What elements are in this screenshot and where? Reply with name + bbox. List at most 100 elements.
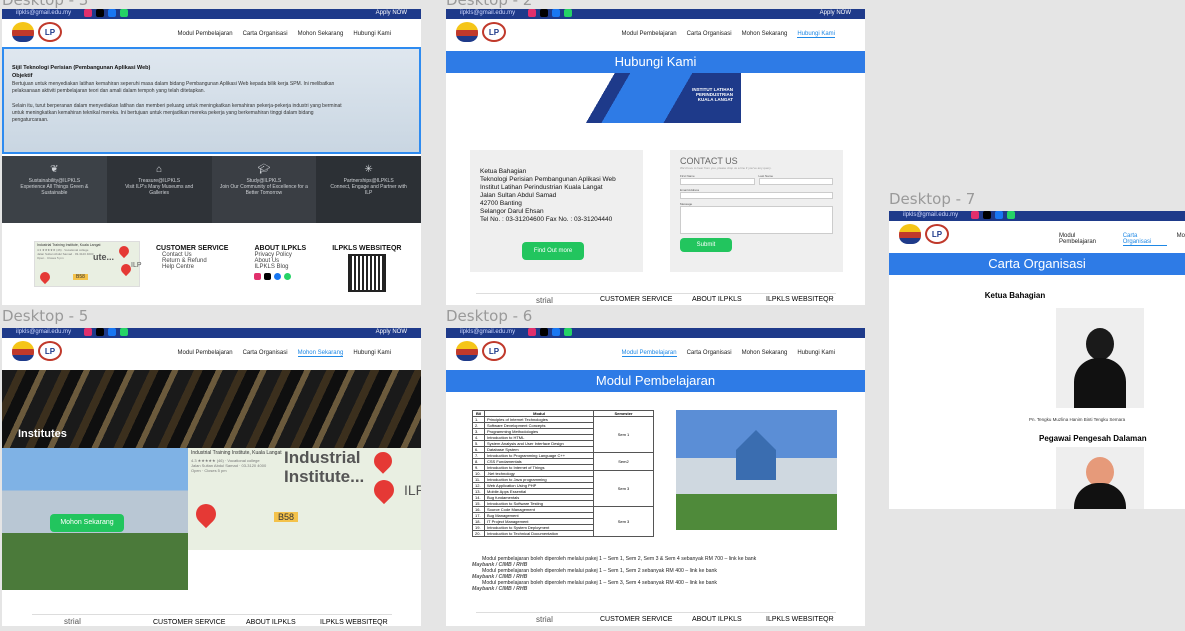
tile-sustainability[interactable]: ❦ Sustainability@ILPKLS Experience All T… [2,156,107,223]
crest-logo[interactable] [899,224,921,244]
find-out-more-button[interactable]: Find Out more [522,242,584,260]
campus-map[interactable]: Industrial Training Institute, Kuala Lan… [188,448,421,550]
top-bar: ilpkls@gmail.edu.my Apply NOW [446,9,865,19]
contact-form: CONTACT US We'd love to hear from you, p… [670,150,843,272]
instagram-icon[interactable] [84,328,92,336]
facebook-icon[interactable] [274,273,282,280]
nav-mohon[interactable]: Mohon Sekarang [298,31,344,37]
tile-treasure[interactable]: ⌂ Treasure@ILPKLS Visit ILP's Many Museu… [106,156,212,223]
mohon-sekarang-button[interactable]: Mohon Sekarang [50,514,124,532]
ilp-logo[interactable]: LP [38,341,62,361]
nav-carta[interactable]: Carta Organisasi [687,350,732,357]
tile-desc: Experience All Things Green & Sustainabl… [20,184,89,196]
tiktok-icon[interactable] [264,273,272,280]
nav-modul[interactable]: Modul Pembelajaran [178,350,233,357]
ilp-logo[interactable]: LP [482,22,506,42]
crest-logo[interactable] [12,341,34,361]
whatsapp-icon[interactable] [284,273,292,280]
last-name-field[interactable] [758,178,833,185]
nav-hubungi[interactable]: Hubungi Kami [797,350,835,357]
email-field[interactable] [680,192,833,199]
nav-modul[interactable]: Modul Pembelajaran [178,31,233,37]
crest-logo[interactable] [12,22,34,42]
page-title-band: Carta Organisasi [889,253,1185,275]
nav-hubungi[interactable]: Hubungi Kami [797,31,835,38]
top-email[interactable]: ilpkls@gmail.edu.my [16,10,71,16]
tile-desc: Visit ILP's Many Museums and Galleries [125,184,194,196]
nav-carta[interactable]: Carta Organisasi [687,31,732,38]
qr-code-icon[interactable] [348,254,387,292]
facebook-icon[interactable] [995,211,1003,219]
module-number: 20. [472,530,485,537]
nav-mohon[interactable]: Mohon Sekarang [297,350,344,357]
nav-carta[interactable]: Carta Organisasi [1122,233,1167,246]
footer-map[interactable]: Industrial Training Institute, Kuala Lan… [34,241,142,287]
about-title: ABOUT ILPKLS [692,616,742,623]
objective-heading: Objektif [12,73,33,79]
tiktok-icon[interactable] [96,9,104,17]
instagram-icon[interactable] [971,211,979,219]
ilp-logo[interactable]: LP [38,22,62,42]
first-name-field[interactable] [680,178,755,185]
whatsapp-icon[interactable] [120,328,128,336]
map-label: ute... [93,252,115,262]
instagram-icon[interactable] [528,9,536,17]
website-qr-col: ILPKLS WEBSITEQR [332,245,401,292]
tile-study[interactable]: 🎓︎ Study@ILPKLS Join Our Community of Ex… [211,156,317,223]
blog-link[interactable]: ILPKLS Blog [254,264,306,270]
nav-mohon[interactable]: Mohon Sekarang [742,350,788,357]
help-centre-link[interactable]: Help Centre [156,264,228,270]
nav-mohon-truncated[interactable]: Mo [1177,233,1185,246]
objective-para-1: Bertujuan untuk menyediakan latihan kema… [12,81,335,94]
top-bar: ilpkls@gmail.edu.my Apply NOW [2,9,421,19]
ilp-logo[interactable]: LP [482,341,506,361]
tiktok-icon[interactable] [983,211,991,219]
nav-mohon[interactable]: Mohon Sekarang [742,31,788,38]
crest-logo[interactable] [456,22,478,42]
modules-table: Bil Modul Semester 1. Principles of Inter… [472,410,654,537]
tile-partnerships[interactable]: ✳ Partnerships@ILPKLS Connect, Engage an… [316,156,421,223]
top-email[interactable]: ilpkls@gmail.edu.my [460,10,515,16]
facebook-icon[interactable] [552,9,560,17]
bank-links[interactable]: Maybank / CIMB / RHB [472,586,852,592]
message-field[interactable] [680,206,833,234]
table-row: 7. Introduction to Programming Language C… [472,452,654,471]
nav-modul[interactable]: Modul Pembelajaran [1059,233,1113,246]
nav-hubungi[interactable]: Hubungi Kami [353,350,391,357]
footer-peek: strial CUSTOMER SERVICE ABOUT ILPKLS ILP… [476,293,836,305]
whatsapp-icon[interactable] [564,328,572,336]
top-email[interactable]: ilpkls@gmail.edu.my [16,329,71,335]
tiktok-icon[interactable] [540,9,548,17]
tiktok-icon[interactable] [96,328,104,336]
frame-desktop-3: ilpkls@gmail.edu.my Apply NOW LP Modul P… [2,9,421,305]
facebook-icon[interactable] [552,328,560,336]
tiktok-icon[interactable] [540,328,548,336]
nav-carta[interactable]: Carta Organisasi [243,31,288,37]
apply-now-link[interactable]: Apply NOW [820,10,851,16]
top-email[interactable]: ilpkls@gmail.edu.my [460,329,515,335]
instagram-icon[interactable] [528,328,536,336]
whatsapp-icon[interactable] [564,9,572,17]
nav-menu: Modul Pembelajaran Carta Organisasi Mo [1059,233,1185,246]
frame-label-desktop-5: Desktop - 5 [2,307,89,325]
instagram-icon[interactable] [254,273,262,280]
crest-logo[interactable] [456,341,478,361]
whatsapp-icon[interactable] [120,9,128,17]
apply-now-link[interactable]: Apply NOW [376,329,407,335]
map-peek-label: strial [536,296,553,305]
nav-hubungi[interactable]: Hubungi Kami [353,31,391,37]
nav-carta[interactable]: Carta Organisasi [243,350,288,357]
navbar: LP Modul Pembelajaran Carta Organisasi M… [446,19,865,47]
facebook-icon[interactable] [108,328,116,336]
nav-modul[interactable]: Modul Pembelajaran [622,31,677,38]
apply-now-link[interactable]: Apply NOW [376,10,407,16]
facebook-icon[interactable] [108,9,116,17]
nav-modul[interactable]: Modul Pembelajaran [621,350,677,357]
submit-button[interactable]: Submit [680,238,732,252]
website-qr-title: ILPKLS WEBSITEQR [766,296,834,303]
top-email[interactable]: ilpkls@gmail.edu.my [903,212,958,218]
whatsapp-icon[interactable] [1007,211,1015,219]
ilp-logo[interactable]: LP [925,224,949,244]
instagram-icon[interactable] [84,9,92,17]
website-qr-title: ILPKLS WEBSITEQR [320,619,388,626]
